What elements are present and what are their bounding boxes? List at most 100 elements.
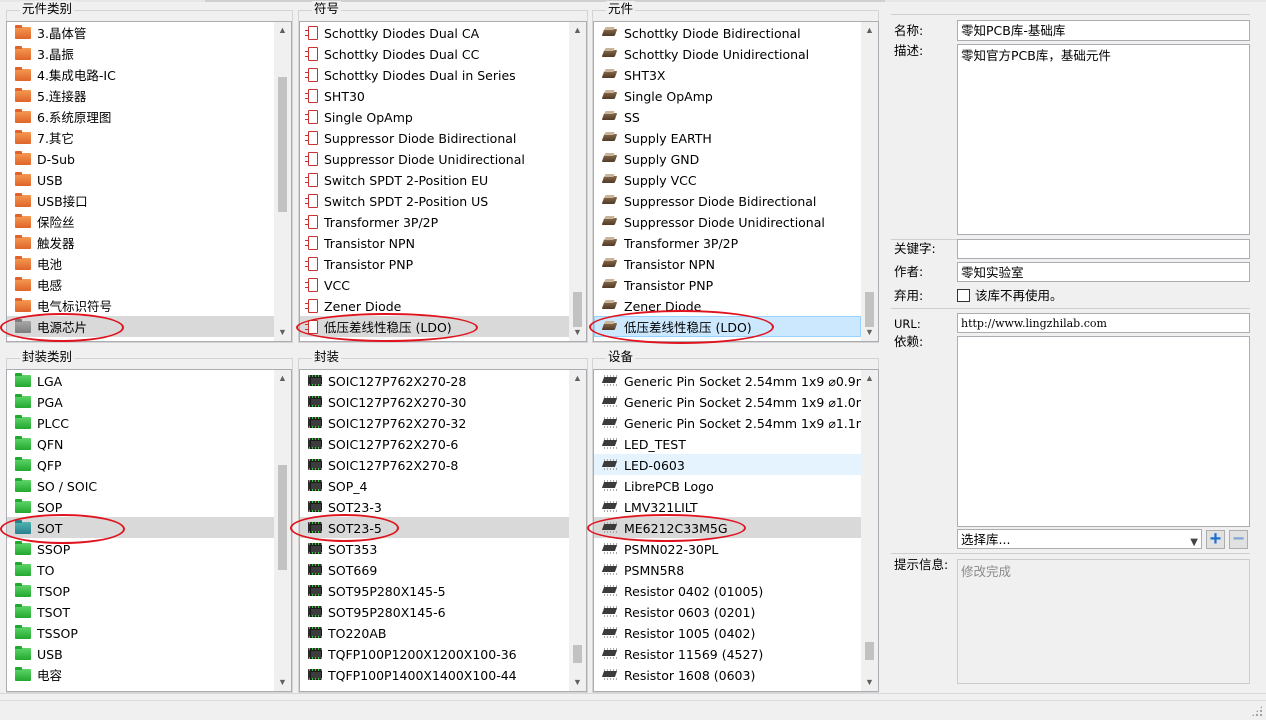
scroll-thumb[interactable] (278, 77, 287, 212)
scroll-down-icon[interactable]: ▼ (569, 324, 586, 341)
list-item[interactable]: 保险丝 (7, 211, 274, 232)
component-category-list[interactable]: 3.晶体管 3.晶振 4.集成电路-IC 5.连接器 6.系统原理图 7.其它 D-Sub U… (6, 21, 292, 342)
scroll-thumb[interactable] (865, 292, 874, 327)
list-item[interactable]: 触发器 (7, 232, 274, 253)
list-item[interactable]: D-Sub (7, 148, 274, 169)
list-item[interactable]: Suppressor Diode Unidirectional (300, 148, 569, 169)
scroll-up-icon[interactable]: ▲ (274, 370, 291, 387)
list-item[interactable]: 电源芯片 (7, 316, 274, 337)
list-item[interactable]: Schottky Diodes Dual CC (300, 43, 569, 64)
remove-dependency-button[interactable]: − (1229, 529, 1248, 549)
list-item[interactable]: Switch SPDT 2-Position US (300, 190, 569, 211)
list-item[interactable]: SOIC127P762X270-28 (300, 370, 569, 391)
list-item[interactable]: SOT95P280X145-5 (300, 580, 569, 601)
list-item[interactable]: Generic Pin Socket 2.54mm 1x9 ⌀0.9mm (594, 370, 878, 391)
scroll-up-icon[interactable]: ▲ (274, 22, 291, 39)
list-item[interactable]: USB接口 (7, 190, 274, 211)
list-item[interactable]: SOIC127P762X270-8 (300, 454, 569, 475)
list-item[interactable]: Switch SPDT 2-Position EU (300, 169, 569, 190)
scroll-thumb[interactable] (573, 292, 582, 327)
list-item[interactable]: Resistor 1005 (0402) (594, 622, 861, 643)
keywords-field[interactable] (957, 239, 1250, 259)
list-item[interactable]: PSMN5R8 (594, 559, 861, 580)
list-item[interactable]: Suppressor Diode Bidirectional (300, 127, 569, 148)
scroll-up-icon[interactable]: ▲ (861, 370, 878, 387)
name-field[interactable]: 零知PCB库-基础库 (957, 20, 1250, 41)
list-item[interactable]: Suppressor Diode Bidirectional (594, 190, 861, 211)
list-item[interactable]: Transistor NPN (300, 232, 569, 253)
list-item[interactable]: 低压差线性稳压 (LDO) (594, 316, 861, 337)
list-item[interactable]: LibrePCB Logo (594, 475, 861, 496)
list-item[interactable]: SOP (7, 496, 274, 517)
list-item[interactable]: QFN (7, 433, 274, 454)
list-item[interactable]: Supply VCC (594, 169, 861, 190)
scroll-thumb[interactable] (278, 465, 287, 570)
deprecated-checkbox[interactable] (957, 289, 970, 302)
list-item[interactable]: Transformer 3P/2P (300, 211, 569, 232)
list-item[interactable]: USB (7, 169, 274, 190)
package-scrollbar[interactable]: ▲ ▼ (569, 370, 586, 691)
list-item[interactable]: SOT (7, 517, 274, 538)
list-item[interactable]: SO / SOIC (7, 475, 274, 496)
resize-grip-icon[interactable] (1251, 705, 1263, 717)
list-item[interactable]: Resistor 0402 (01005) (594, 580, 861, 601)
list-item[interactable]: 4.集成电路-IC (7, 64, 274, 85)
list-item[interactable]: Zener Diode (594, 295, 861, 316)
package-list[interactable]: SOIC127P762X270-28 SOIC127P762X270-30 SOIC… (299, 369, 587, 692)
list-item[interactable]: Supply EARTH (594, 127, 861, 148)
select-library-combo[interactable]: 选择库... ▼ (957, 529, 1202, 549)
dependencies-list[interactable] (957, 336, 1250, 527)
list-item[interactable]: PSMN022-30PL (594, 538, 861, 559)
list-item[interactable]: 3.晶体管 (7, 22, 274, 43)
component-category-scrollbar[interactable]: ▲ ▼ (274, 22, 291, 341)
list-item[interactable]: Schottky Diodes Dual CA (300, 22, 569, 43)
list-item[interactable]: Generic Pin Socket 2.54mm 1x9 ⌀1.1mm (594, 412, 878, 433)
component-scrollbar[interactable]: ▲ ▼ (861, 22, 878, 341)
scroll-down-icon[interactable]: ▼ (861, 324, 878, 341)
list-item[interactable]: 7.其它 (7, 127, 274, 148)
scroll-down-icon[interactable]: ▼ (569, 674, 586, 691)
list-item[interactable]: PGA (7, 391, 274, 412)
list-item[interactable]: Resistor 1608 (0603) (594, 664, 861, 685)
list-item[interactable]: TO220AB (300, 622, 569, 643)
list-item[interactable]: LED_TEST (594, 433, 861, 454)
scroll-down-icon[interactable]: ▼ (274, 674, 291, 691)
scroll-down-icon[interactable]: ▼ (274, 324, 291, 341)
list-item[interactable]: Transistor PNP (300, 253, 569, 274)
list-item[interactable]: SOT23-3 (300, 496, 569, 517)
scroll-thumb[interactable] (573, 645, 582, 663)
list-item[interactable]: ME6212C33M5G (594, 517, 861, 538)
list-item[interactable]: Single OpAmp (594, 85, 861, 106)
list-item[interactable]: SSOP (7, 538, 274, 559)
author-field[interactable]: 零知实验室 (957, 262, 1250, 282)
url-field[interactable]: http://www.lingzhilab.com (957, 313, 1250, 333)
list-item[interactable]: Resistor 11569 (4527) (594, 643, 861, 664)
list-item[interactable]: SOIC127P762X270-32 (300, 412, 569, 433)
list-item[interactable]: QFP (7, 454, 274, 475)
list-item[interactable]: Zener Diode (300, 295, 569, 316)
device-scrollbar[interactable]: ▲ ▼ (861, 370, 878, 691)
list-item[interactable]: Transistor PNP (594, 274, 861, 295)
list-item[interactable]: 低压差线性稳压 (LDO) (300, 316, 569, 337)
list-item[interactable]: SS (594, 106, 861, 127)
list-item[interactable]: 电池 (7, 253, 274, 274)
list-item[interactable]: 电气标识符号 (7, 295, 274, 316)
add-dependency-button[interactable]: + (1206, 529, 1225, 549)
device-list[interactable]: Generic Pin Socket 2.54mm 1x9 ⌀0.9mm Gene… (593, 369, 879, 692)
list-item[interactable]: Schottky Diode Unidirectional (594, 43, 861, 64)
list-item[interactable]: 6.系统原理图 (7, 106, 274, 127)
list-item[interactable]: Single OpAmp (300, 106, 569, 127)
list-item[interactable]: Schottky Diodes Dual in Series (300, 64, 569, 85)
package-category-list[interactable]: LGA PGA PLCC QFN QFP SO / SOIC SOP SOT SSOP TO TSO… (6, 369, 292, 692)
list-item[interactable]: TQFP100P1400X1400X100-44 (300, 664, 569, 685)
package-category-scrollbar[interactable]: ▲ ▼ (274, 370, 291, 691)
list-item[interactable]: 电感 (7, 274, 274, 295)
scroll-up-icon[interactable]: ▲ (569, 22, 586, 39)
list-item[interactable]: Suppressor Diode Unidirectional (594, 211, 861, 232)
scroll-thumb[interactable] (865, 642, 874, 660)
list-item[interactable]: LMV321LILT (594, 496, 861, 517)
list-item[interactable]: 3.晶振 (7, 43, 274, 64)
symbol-scrollbar[interactable]: ▲ ▼ (569, 22, 586, 341)
list-item[interactable]: SHT30 (300, 85, 569, 106)
list-item[interactable]: SOP_4 (300, 475, 569, 496)
